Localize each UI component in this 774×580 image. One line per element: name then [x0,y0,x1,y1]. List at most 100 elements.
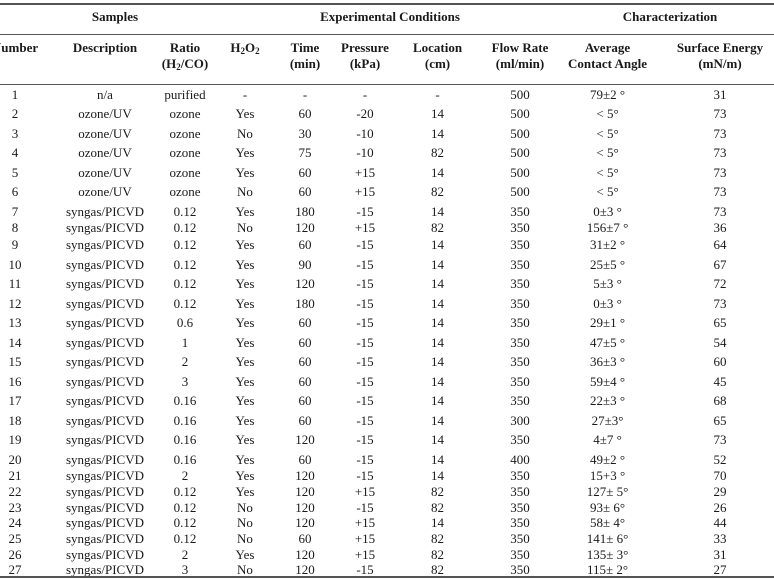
group-rule [0,34,774,35]
table-row: 9 syngas/PICVD 0.12 Yes 60 -15 14 350 31±2 ° 64 [0,237,774,255]
cell-ratio: ozone [169,126,201,141]
cell-number: 4 [11,145,19,160]
cell-number: 13 [8,315,22,330]
cell-location: 14 [431,237,444,252]
cell-number: 21 [8,468,22,483]
cell-description: syngas/PICVD [65,452,144,467]
column-header-contact-angle: Average Contact Angle [560,40,655,72]
cell-contact-angle: 4±7 ° [593,432,622,447]
cell-ratio: 0.16 [173,432,197,447]
cell-ratio: ozone [169,184,201,199]
cell-contact-angle: 58± 4° [589,515,626,530]
table-row: 6 ozone/UV ozone No 60 +15 82 500 < 5° 73 [0,184,774,202]
cell-location: - [435,87,440,102]
cell-location: 14 [431,432,444,447]
cell-time: 120 [295,515,315,530]
cell-pressure: +15 [354,484,376,499]
table-row: 16 syngas/PICVD 3 Yes 60 -15 14 350 59±4 ° 45 [0,374,774,392]
cell-surface-energy: 26 [713,500,727,515]
cell-pressure: -15 [356,335,374,350]
cell-pressure: +15 [354,531,376,546]
cell-flow-rate: 350 [510,257,530,272]
cell-flow-rate: 350 [510,547,530,562]
cell-pressure: -15 [356,452,374,467]
table-row: 18 syngas/PICVD 0.16 Yes 60 -15 14 300 27±3° 65 [0,413,774,431]
cell-h2o2: No [237,184,253,199]
cell-ratio: 2 [181,354,189,369]
cell-number: 2 [11,106,19,121]
cell-description: ozone/UV [78,106,132,121]
cell-contact-angle: < 5° [596,184,619,199]
cell-pressure: +15 [354,547,376,562]
cell-surface-energy: 73 [713,106,727,121]
cell-number: 16 [8,374,22,389]
cell-flow-rate: 350 [510,237,530,252]
cell-number: 24 [8,515,22,530]
cell-pressure: - [362,87,368,102]
cell-contact-angle: 156±7 ° [586,220,629,235]
cell-surface-energy: 68 [713,393,727,408]
column-header-time: Time (min) [275,40,335,72]
cell-h2o2: No [237,500,253,515]
cell-flow-rate: 350 [510,393,530,408]
cell-h2o2: No [237,515,253,530]
cell-location: 14 [431,452,444,467]
cell-ratio: 0.12 [173,515,197,530]
cell-flow-rate: 350 [510,315,530,330]
column-header-number: Number [0,40,45,56]
cell-contact-angle: < 5° [596,165,619,180]
cell-location: 14 [431,335,444,350]
cell-pressure: -15 [356,237,374,252]
column-header-label: Location [412,40,463,55]
cell-surface-energy: 52 [713,452,727,467]
cell-h2o2: Yes [235,432,255,447]
cell-flow-rate: 350 [510,500,530,515]
cell-surface-energy: 65 [713,315,727,330]
cell-time: 60 [298,393,312,408]
cell-contact-angle: < 5° [596,126,619,141]
cell-contact-angle: 141± 6° [586,531,629,546]
cell-description: ozone/UV [78,145,132,160]
cell-h2o2: - [242,87,248,102]
cell-flow-rate: 500 [510,126,530,141]
cell-time: 60 [298,335,312,350]
table-row: 11 syngas/PICVD 0.12 Yes 120 -15 14 350 5±3 ° 72 [0,276,774,294]
column-header-unit: (min) [289,56,321,71]
column-header-label: Pressure [341,40,389,55]
cell-time: 60 [298,237,312,252]
cell-number: 14 [8,335,22,350]
table-row: 15 syngas/PICVD 2 Yes 60 -15 14 350 36±3 ° 60 [0,354,774,372]
cell-h2o2: Yes [235,452,255,467]
cell-description: syngas/PICVD [65,296,144,311]
cell-ratio: 0.16 [173,452,197,467]
cell-surface-energy: 73 [713,145,727,160]
cell-description: syngas/PICVD [65,432,144,447]
column-header-label: Surface Energy [676,40,764,55]
cell-pressure: -10 [356,126,374,141]
cell-ratio: 0.12 [173,257,197,272]
table-row: 19 syngas/PICVD 0.16 Yes 120 -15 14 350 4±7 ° 73 [0,432,774,450]
cell-pressure: -15 [356,374,374,389]
cell-location: 82 [431,484,444,499]
table-row: 2 ozone/UV ozone Yes 60 -20 14 500 < 5° 73 [0,106,774,124]
cell-flow-rate: 500 [510,87,530,102]
cell-surface-energy: 65 [713,413,727,428]
top-rule [0,3,774,5]
cell-time: 180 [295,296,315,311]
cell-location: 14 [431,126,444,141]
cell-contact-angle: 36±3 ° [589,354,626,369]
cell-contact-angle: 22±3 ° [589,393,626,408]
cell-ratio: 0.12 [173,220,197,235]
cell-number: 1 [11,87,19,102]
column-header-h2o2: H2O2 [230,40,260,56]
column-header-flow-rate: Flow Rate (ml/min) [480,40,560,72]
cell-time: 60 [298,184,312,199]
cell-number: 6 [11,184,19,199]
cell-description: syngas/PICVD [65,393,144,408]
cell-ratio: 0.12 [173,237,197,252]
header-rule [0,84,774,85]
cell-h2o2: Yes [235,484,255,499]
cell-location: 82 [431,145,444,160]
cell-location: 82 [431,547,444,562]
cell-location: 14 [431,204,444,219]
